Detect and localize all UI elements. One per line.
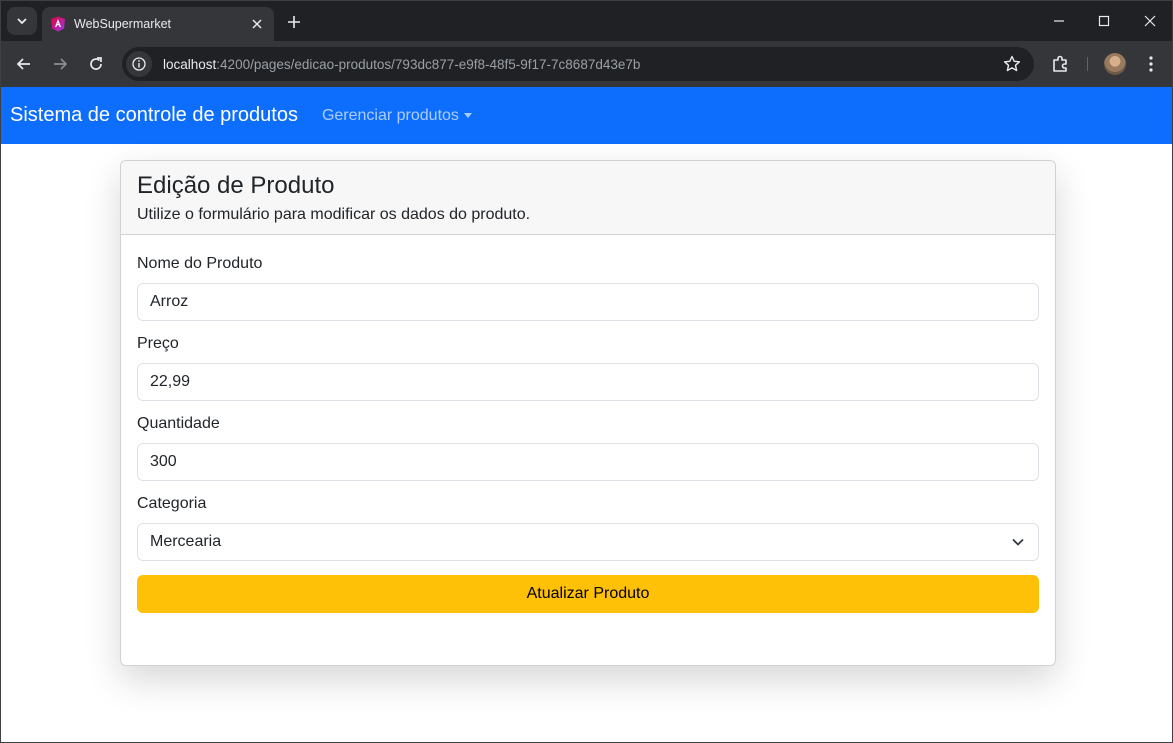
close-icon[interactable] — [250, 17, 264, 31]
close-icon — [1144, 15, 1156, 27]
back-button[interactable] — [10, 50, 38, 78]
address-bar[interactable]: localhost:4200/pages/edicao-produtos/793… — [122, 47, 1034, 81]
more-vertical-icon — [1149, 56, 1153, 72]
tab-title: WebSupermarket — [74, 17, 172, 31]
site-info-button[interactable] — [126, 51, 152, 77]
page-subtitle: Utilize o formulário para modificar os d… — [137, 205, 531, 223]
avatar[interactable] — [1104, 53, 1126, 75]
quantidade-label: Quantidade — [137, 415, 220, 432]
update-product-button[interactable]: Atualizar Produto — [137, 575, 1039, 613]
chevron-down-icon — [17, 18, 27, 25]
manage-products-dropdown[interactable]: Gerenciar produtos — [322, 107, 472, 125]
new-tab-button[interactable] — [283, 11, 305, 33]
dropdown-label: Gerenciar produtos — [321, 106, 459, 124]
nome-input[interactable] — [137, 283, 1039, 321]
nome-label: Nome do Produto — [137, 255, 263, 272]
maximize-button[interactable] — [1081, 1, 1127, 41]
categoria-select[interactable]: Mercearia — [137, 523, 1039, 561]
maximize-icon — [1098, 15, 1110, 27]
plus-icon — [288, 16, 300, 28]
browser-window: WebSupermarket localhost:4200/pages/edic… — [0, 0, 1173, 743]
forward-button[interactable] — [46, 50, 74, 78]
card-header: Edição de Produto Utilize o formulário p… — [121, 161, 1055, 235]
arrow-right-icon — [54, 58, 68, 70]
tab-search-button[interactable] — [7, 7, 37, 35]
field-preco: Preço — [137, 335, 1039, 401]
url-text: localhost:4200/pages/edicao-produtos/793… — [163, 57, 640, 72]
field-nome: Nome do Produto — [137, 255, 1039, 321]
toolbar-divider — [1087, 57, 1088, 71]
star-icon[interactable] — [1002, 54, 1022, 74]
arrow-left-icon — [16, 58, 30, 70]
close-window-button[interactable] — [1127, 1, 1172, 41]
field-categoria: Categoria Mercearia — [137, 495, 1039, 561]
preco-label: Preço — [137, 335, 179, 352]
url-host: localhost — [163, 56, 217, 72]
browser-menu-button[interactable] — [1139, 52, 1163, 76]
browser-tab[interactable]: WebSupermarket — [42, 7, 274, 41]
reload-button[interactable] — [82, 50, 110, 78]
quantidade-input[interactable] — [137, 443, 1039, 481]
url-path: :4200/pages/edicao-produtos/793dc877-e9f… — [216, 56, 641, 72]
puzzle-icon[interactable] — [1049, 52, 1073, 76]
page-title: Edição de Produto — [137, 172, 335, 199]
page-content: Edição de Produto Utilize o formulário p… — [1, 144, 1172, 742]
reload-icon — [90, 57, 102, 70]
categoria-selected-value: Mercearia — [137, 523, 1039, 561]
browser-toolbar: localhost:4200/pages/edicao-produtos/793… — [1, 41, 1172, 87]
card-body: Nome do Produto Preço Quantidade Categor… — [121, 235, 1055, 613]
navbar-brand[interactable]: Sistema de controle de produtos — [10, 104, 298, 127]
edit-product-card: Edição de Produto Utilize o formulário p… — [120, 160, 1056, 666]
angular-logo-icon — [51, 16, 65, 32]
info-icon — [132, 57, 146, 71]
preco-input[interactable] — [137, 363, 1039, 401]
caret-down-icon — [463, 113, 472, 118]
field-quantidade: Quantidade — [137, 415, 1039, 481]
minimize-icon — [1054, 20, 1064, 22]
categoria-label: Categoria — [137, 495, 207, 512]
minimize-button[interactable] — [1036, 1, 1082, 41]
chevron-down-icon — [1012, 538, 1024, 546]
tab-strip: WebSupermarket — [1, 1, 1172, 41]
app-navbar: Sistema de controle de produtos Gerencia… — [1, 87, 1172, 144]
